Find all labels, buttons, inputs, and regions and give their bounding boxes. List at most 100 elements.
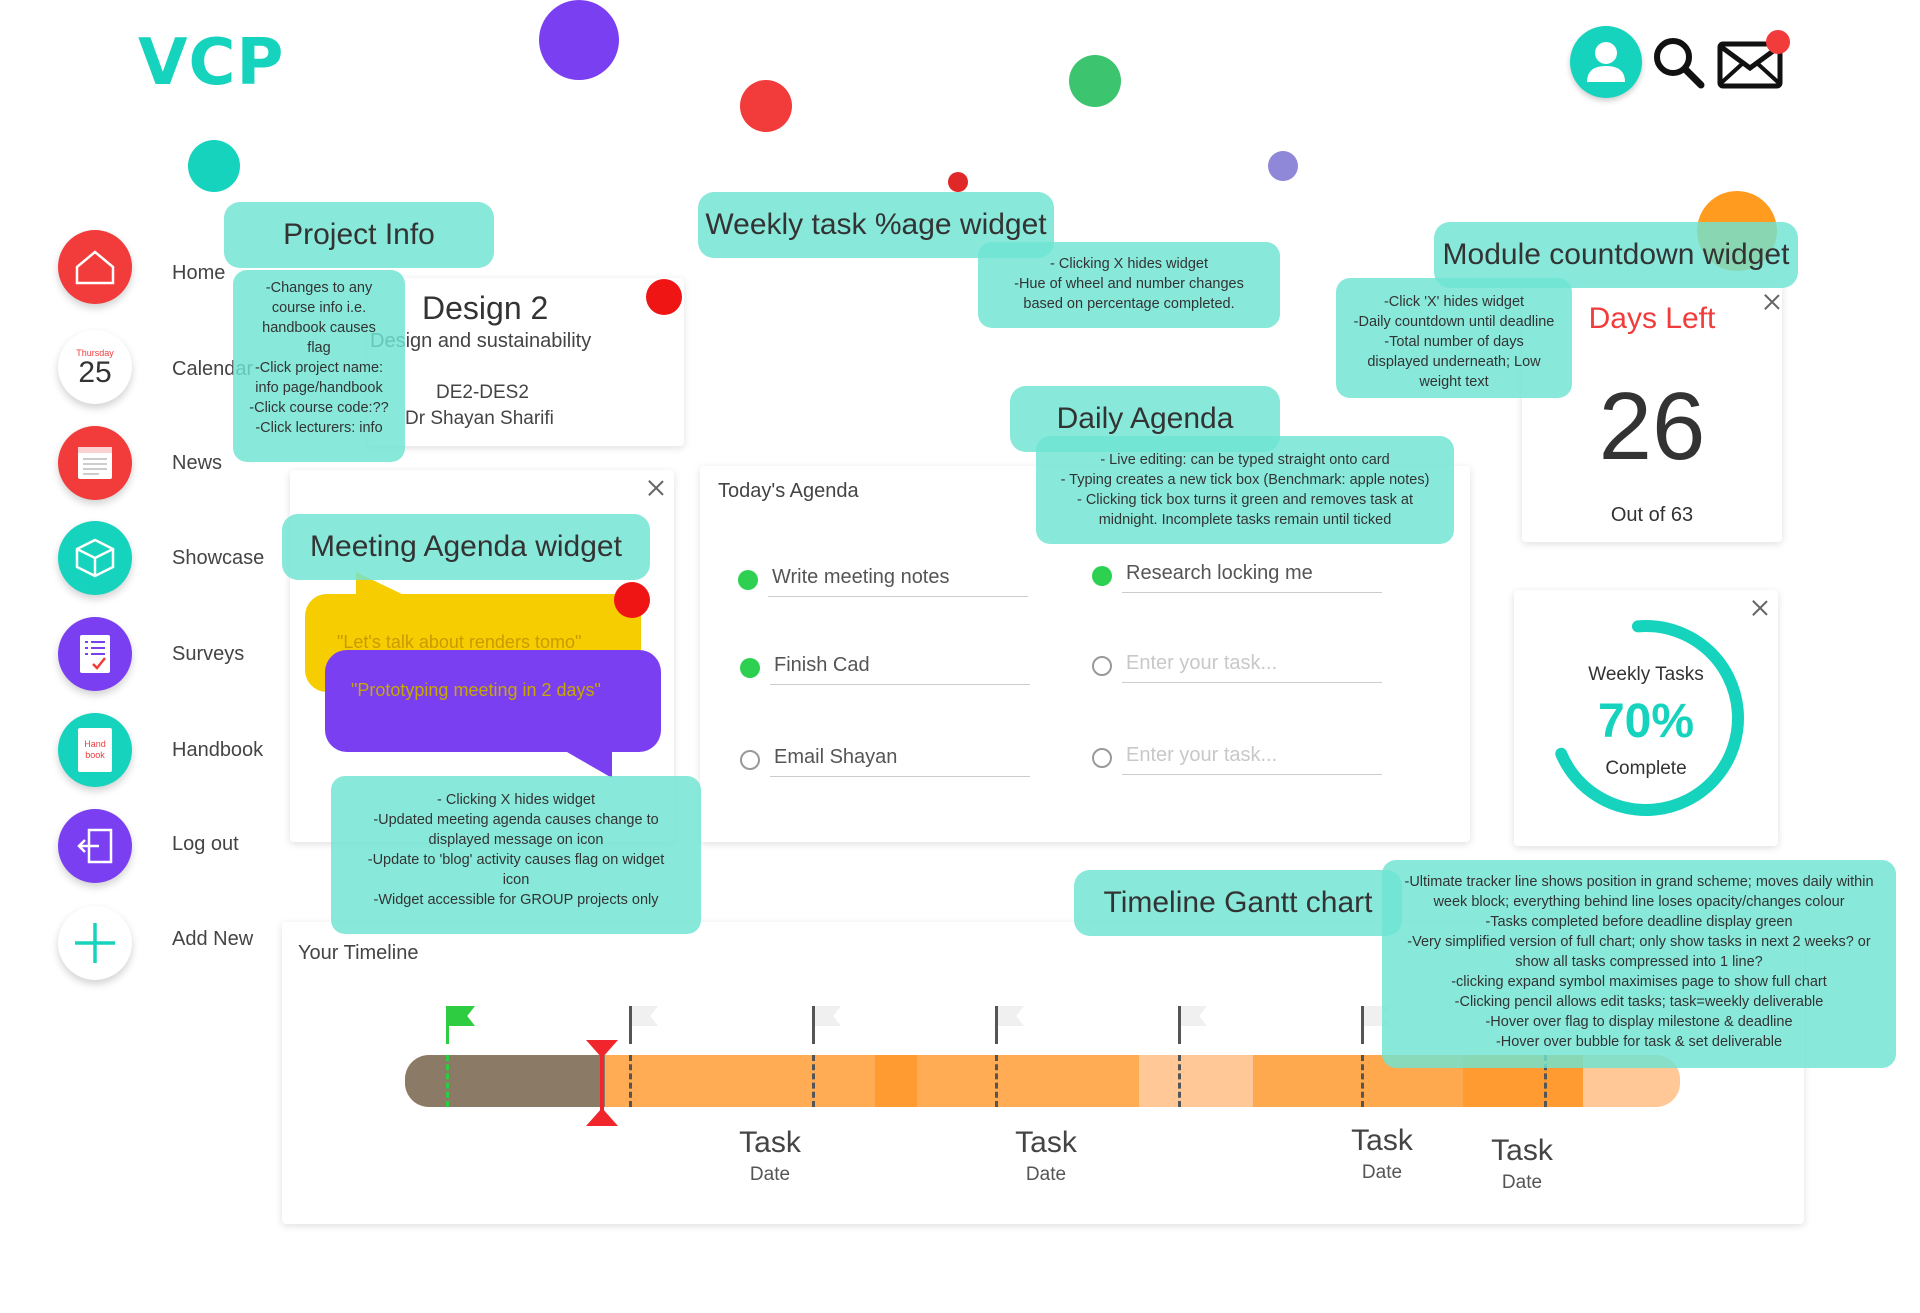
sidebar-label-news[interactable]: News <box>172 452 222 475</box>
search-icon[interactable] <box>1650 34 1706 90</box>
weekly-tasks-card: Weekly Tasks 70% Complete <box>1514 590 1778 846</box>
annotation-line: - Clicking X hides widget <box>1050 256 1208 272</box>
task-checkbox[interactable] <box>1092 656 1112 676</box>
sidebar-label-surveys[interactable]: Surveys <box>172 643 244 666</box>
timeline-task-name: Task <box>1491 1134 1553 1167</box>
sidebar-item-logout[interactable] <box>58 809 132 883</box>
milestone-line <box>995 1055 998 1107</box>
milestone-flag[interactable] <box>1178 1006 1207 1044</box>
course-code[interactable]: DE2-DES2 <box>436 382 529 404</box>
milestone-line <box>629 1055 632 1107</box>
agenda-task-right-2[interactable]: Enter your task... <box>1092 742 1382 775</box>
task-checkbox[interactable] <box>1092 566 1112 586</box>
decor-dot-lavender <box>1268 151 1298 181</box>
sidebar-label-home[interactable]: Home <box>172 262 225 285</box>
timeline-task-label[interactable]: Task Date <box>1462 1134 1582 1194</box>
milestone-line <box>812 1055 815 1107</box>
home-icon <box>75 250 115 285</box>
task-text[interactable]: Email Shayan <box>774 746 897 769</box>
sidebar-item-showcase[interactable] <box>58 521 132 595</box>
task-checkbox[interactable] <box>738 570 758 590</box>
milestone-flag-start[interactable] <box>446 1006 475 1044</box>
timeline-task-date: Date <box>1361 1162 1403 1183</box>
annotation-line: - Clicking X hides widget <box>437 792 595 808</box>
sidebar-item-surveys[interactable] <box>58 617 132 691</box>
agenda-task-right-0[interactable]: Research locking me <box>1092 560 1382 593</box>
sidebar-label-logout[interactable]: Log out <box>172 833 239 856</box>
sidebar-item-news[interactable] <box>58 426 132 500</box>
task-checkbox[interactable] <box>740 658 760 678</box>
gantt-block[interactable] <box>875 1055 917 1107</box>
annotation-line: -Daily countdown until deadline <box>1353 314 1555 330</box>
agenda-task-left-0[interactable]: Write meeting notes <box>738 564 1028 597</box>
project-name[interactable]: Design 2 <box>422 290 548 327</box>
annotation-line: course info i.e. <box>271 300 367 316</box>
app-logo[interactable]: VCP <box>138 26 284 100</box>
agenda-task-left-1[interactable]: Finish Cad <box>740 652 1030 685</box>
milestone-flag[interactable] <box>629 1006 658 1044</box>
logout-icon <box>77 828 113 864</box>
task-input[interactable]: Enter your task... <box>1126 744 1277 767</box>
milestone-flag[interactable] <box>1361 1006 1390 1044</box>
sidebar-label-handbook[interactable]: Handbook <box>172 739 263 762</box>
annotation-line: flag <box>307 340 331 356</box>
plus-icon <box>75 923 115 963</box>
task-text[interactable]: Research locking me <box>1126 562 1313 585</box>
sidebar-item-calendar[interactable]: Thursday 25 <box>58 330 132 404</box>
annotation-line: -Updated meeting agenda causes change to <box>373 812 659 828</box>
gantt-block-light[interactable] <box>1139 1055 1253 1107</box>
task-text[interactable]: Finish Cad <box>774 654 870 677</box>
timeline-task-label[interactable]: Task Date <box>710 1126 830 1186</box>
decor-dot-green <box>1069 55 1121 107</box>
task-checkbox[interactable] <box>740 750 760 770</box>
handbook-icon: Hand book <box>78 728 112 772</box>
annotation-line: -Click 'X' hides widget <box>1383 294 1525 310</box>
timeline-task-label[interactable]: Task Date <box>986 1126 1106 1186</box>
agenda-task-left-2[interactable]: Email Shayan <box>740 744 1030 777</box>
sidebar-item-add-new[interactable] <box>58 906 132 980</box>
annotation-line: -Total number of days <box>1384 334 1524 350</box>
sidebar-label-showcase[interactable]: Showcase <box>172 547 264 570</box>
milestone-flag[interactable] <box>812 1006 841 1044</box>
user-icon[interactable] <box>1570 26 1642 98</box>
mail-notification-dot <box>1766 30 1790 54</box>
milestone-flag[interactable] <box>995 1006 1024 1044</box>
sidebar-item-handbook[interactable]: Hand book <box>58 713 132 787</box>
annotation-line: -Click course code:?? <box>249 400 389 416</box>
task-underline <box>1122 774 1382 775</box>
annotation-line: displayed underneath; Low <box>1367 354 1541 370</box>
task-underline <box>1122 682 1382 683</box>
task-text[interactable]: Write meeting notes <box>772 566 950 589</box>
decor-dot-teal <box>188 140 240 192</box>
milestone-line <box>1361 1055 1364 1107</box>
lecturer-name[interactable]: Dr Shayan Sharifi <box>405 408 554 430</box>
annotation-line: -Hover over flag to display milestone & … <box>1485 1014 1793 1030</box>
annotation-line: displayed message on icon <box>428 832 604 848</box>
meeting-close-button[interactable] <box>646 478 666 498</box>
task-checkbox[interactable] <box>1092 748 1112 768</box>
meeting-bubble-purple[interactable]: "Prototyping meeting in 2 days" <box>325 650 661 752</box>
annotation-line: - Clicking tick box turns it green and r… <box>1076 492 1414 508</box>
annotation-gantt-note: -Ultimate tracker line shows position in… <box>1382 860 1896 1068</box>
timeline-task-label[interactable]: Task Date <box>1322 1124 1442 1184</box>
annotation-daily-note: - Live editing: can be typed straight on… <box>1036 436 1454 544</box>
annotation-module-note: -Click 'X' hides widget -Daily countdown… <box>1336 278 1572 398</box>
timeline-task-name: Task <box>1015 1126 1077 1159</box>
task-underline <box>768 596 1028 597</box>
annotation-line: -Widget accessible for GROUP projects on… <box>373 892 659 908</box>
decor-dot-small-red <box>948 172 968 192</box>
project-flag-dot <box>646 279 682 315</box>
annotation-line: handbook causes <box>262 320 376 336</box>
annotation-line: midnight. Incomplete tasks remain until … <box>1098 512 1392 528</box>
task-input[interactable]: Enter your task... <box>1126 652 1277 675</box>
annotation-line: icon <box>502 872 530 888</box>
weekly-percent: 70% <box>1597 695 1695 748</box>
weekly-label-top: Weekly Tasks <box>1588 664 1704 685</box>
agenda-task-right-1[interactable]: Enter your task... <box>1092 650 1382 683</box>
annotation-line: show all tasks compressed into 1 line? <box>1515 954 1763 970</box>
sidebar-label-add-new[interactable]: Add New <box>172 928 253 951</box>
timeline-task-date: Date <box>749 1164 791 1185</box>
countdown-total: Out of 63 <box>1610 504 1694 526</box>
decor-dot-purple <box>539 0 619 80</box>
sidebar-item-home[interactable] <box>58 230 132 304</box>
